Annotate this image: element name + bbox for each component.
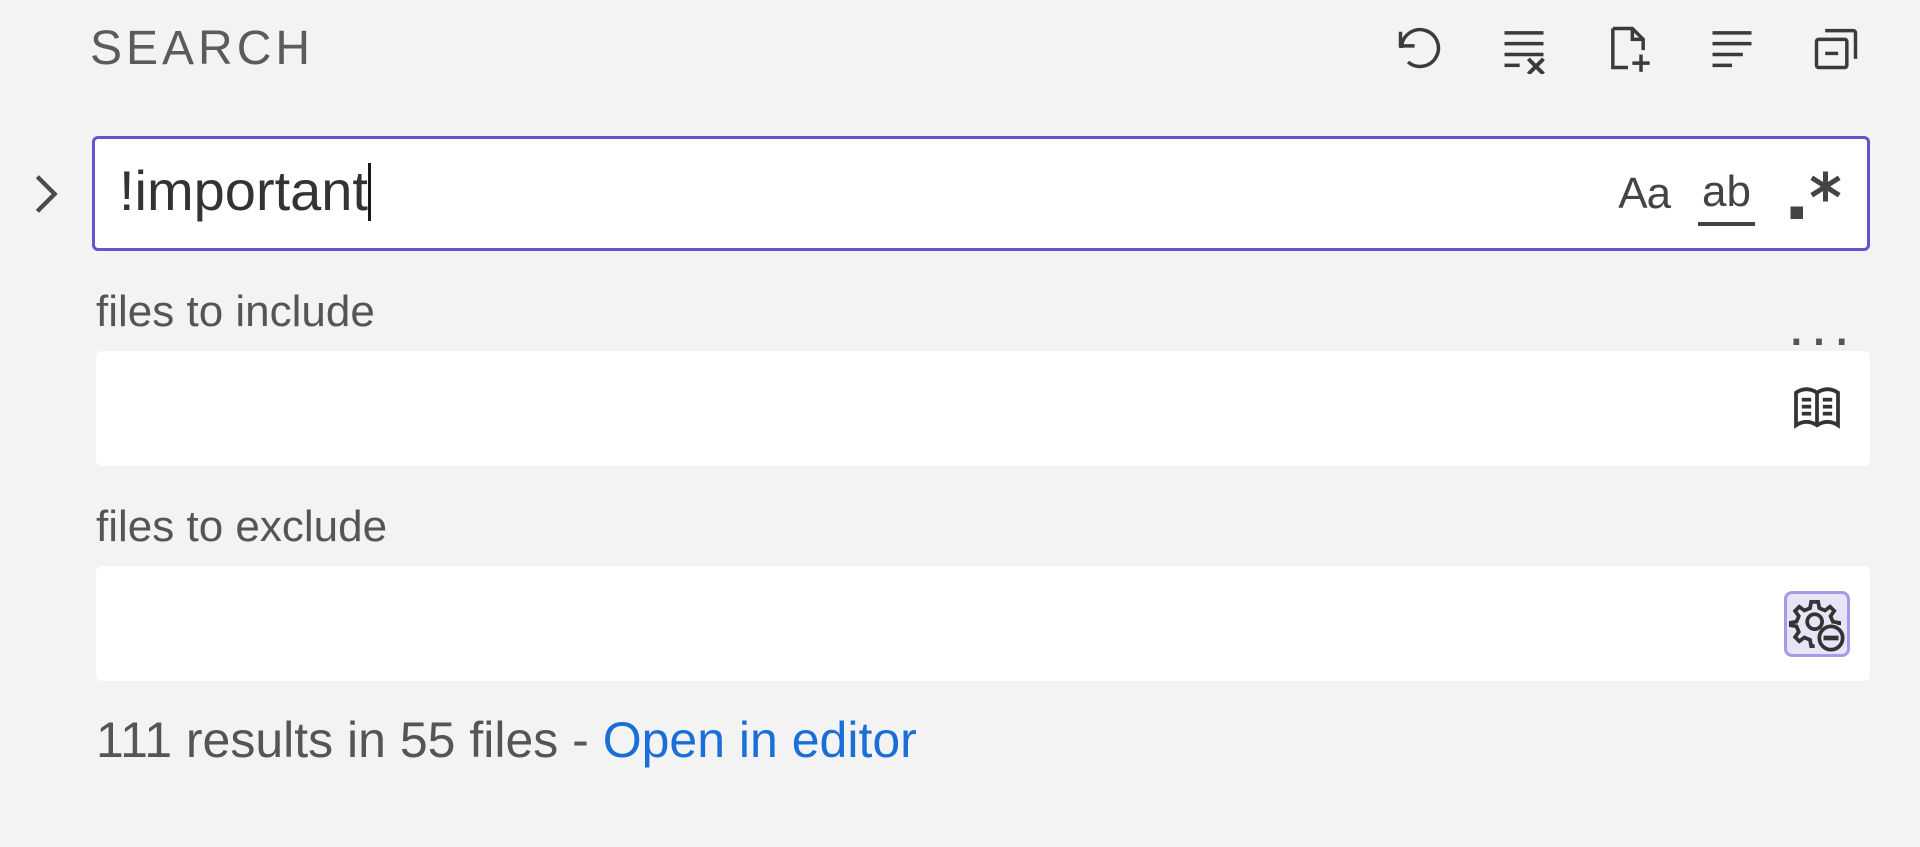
include-section: files to include ... xyxy=(96,287,1870,466)
include-label: files to include xyxy=(96,287,375,337)
toggle-search-details-icon[interactable]: ... xyxy=(1788,313,1870,337)
search-query-value: !important xyxy=(119,159,368,222)
collapse-all-icon[interactable] xyxy=(1808,20,1864,76)
panel-title: SEARCH xyxy=(90,21,314,76)
exclude-label: files to exclude xyxy=(96,502,1870,552)
refresh-icon[interactable] xyxy=(1392,20,1448,76)
exclude-input[interactable] xyxy=(96,566,1870,681)
exclude-section: files to exclude xyxy=(96,502,1870,681)
toggle-replace-chevron-icon[interactable] xyxy=(26,168,66,220)
new-search-editor-icon[interactable] xyxy=(1600,20,1656,76)
book-include-icon[interactable] xyxy=(1784,376,1850,442)
text-caret xyxy=(368,163,371,221)
clear-results-icon[interactable] xyxy=(1496,20,1552,76)
panel-header: SEARCH xyxy=(20,20,1870,76)
search-input[interactable]: !important Aa ab xyxy=(92,136,1870,251)
open-in-editor-link[interactable]: Open in editor xyxy=(603,712,917,768)
results-text: 111 results in 55 files - xyxy=(96,712,603,768)
whole-word-toggle[interactable]: ab xyxy=(1698,162,1755,226)
search-panel: SEARCH xyxy=(0,0,1920,847)
search-query-text: !important xyxy=(119,158,1590,228)
match-case-toggle[interactable]: Aa xyxy=(1618,162,1670,226)
include-input[interactable] xyxy=(96,351,1870,466)
use-exclude-settings-gear-icon[interactable] xyxy=(1784,591,1850,657)
search-row: !important Aa ab xyxy=(20,136,1870,251)
header-actions xyxy=(1392,20,1870,76)
results-summary: 111 results in 55 files - Open in editor xyxy=(96,711,1870,769)
regex-toggle-icon[interactable] xyxy=(1783,162,1843,226)
include-header-row: files to include ... xyxy=(96,287,1870,337)
view-as-tree-icon[interactable] xyxy=(1704,20,1760,76)
